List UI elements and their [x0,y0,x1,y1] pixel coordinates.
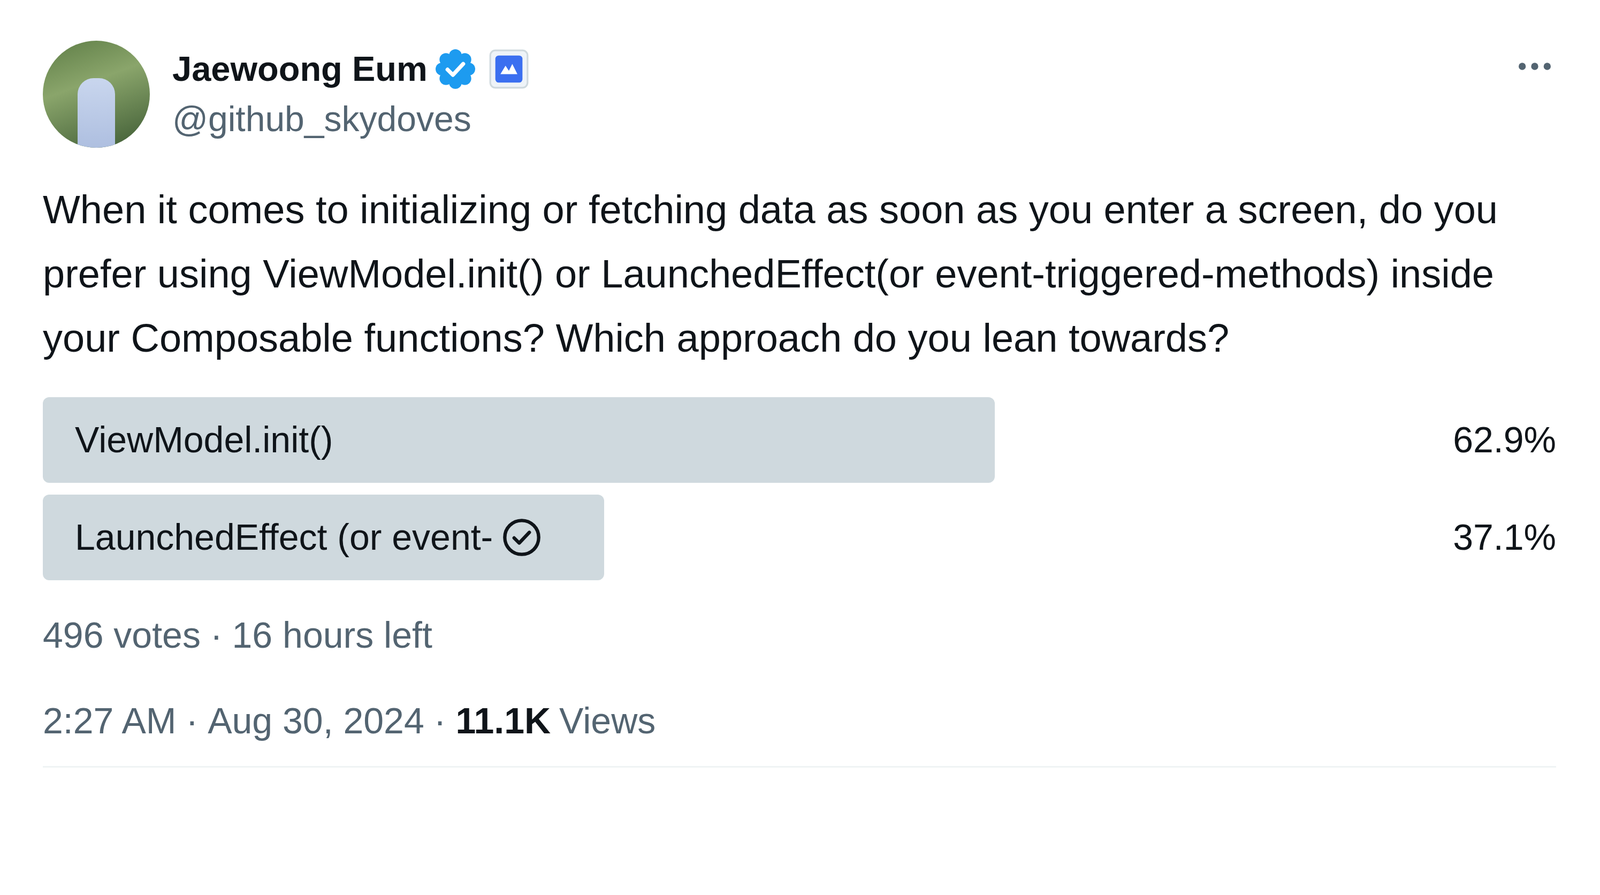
poll-option-text: LaunchedEffect (or event- [74,515,493,560]
author-handle[interactable]: @github_skydoves [172,97,1491,141]
tweet-header: Jaewoong Eum @github_skydoves [42,40,1557,148]
tweet: Jaewoong Eum @github_skydoves When it come… [0,0,1600,895]
more-icon[interactable] [1513,44,1557,88]
poll-option-percent: 62.9% [1431,417,1557,462]
poll-option[interactable]: ViewModel.init() 62.9% [42,397,1557,483]
separator: · [210,611,223,659]
author-info: Jaewoong Eum @github_skydoves [172,47,1491,141]
views-label: Views [559,696,656,744]
poll-option-label: ViewModel.init() [74,417,333,462]
avatar[interactable] [42,40,150,148]
vote-count: 496 votes [42,611,201,659]
separator: · [186,696,199,744]
author-name[interactable]: Jaewoong Eum [172,48,428,90]
check-circle-icon [501,516,543,558]
time-left: 16 hours left [232,611,433,659]
views: 11.1KViews [455,696,656,744]
poll-option-text: ViewModel.init() [74,417,333,462]
tweet-date[interactable]: Aug 30, 2024 [207,696,425,744]
poll-option[interactable]: LaunchedEffect (or event- 37.1% [42,494,1557,581]
views-count: 11.1K [455,696,551,744]
poll-info: 496 votes·16 hours left [42,611,1557,659]
tweet-meta: 2:27 AM·Aug 30, 2024·11.1KViews [42,696,1557,744]
poll-option-percent: 37.1% [1431,515,1557,560]
poll: ViewModel.init() 62.9% LaunchedEffect (or … [42,397,1557,581]
name-row: Jaewoong Eum [172,47,1491,91]
affiliate-badge-icon [488,48,530,90]
verified-badge-icon [433,47,477,91]
tweet-text: When it comes to initializing or fetchin… [42,177,1557,371]
poll-option-label: LaunchedEffect (or event- [74,515,543,560]
separator: · [433,696,447,744]
divider [42,765,1557,768]
avatar-photo [77,78,116,148]
tweet-time[interactable]: 2:27 AM [42,696,177,744]
